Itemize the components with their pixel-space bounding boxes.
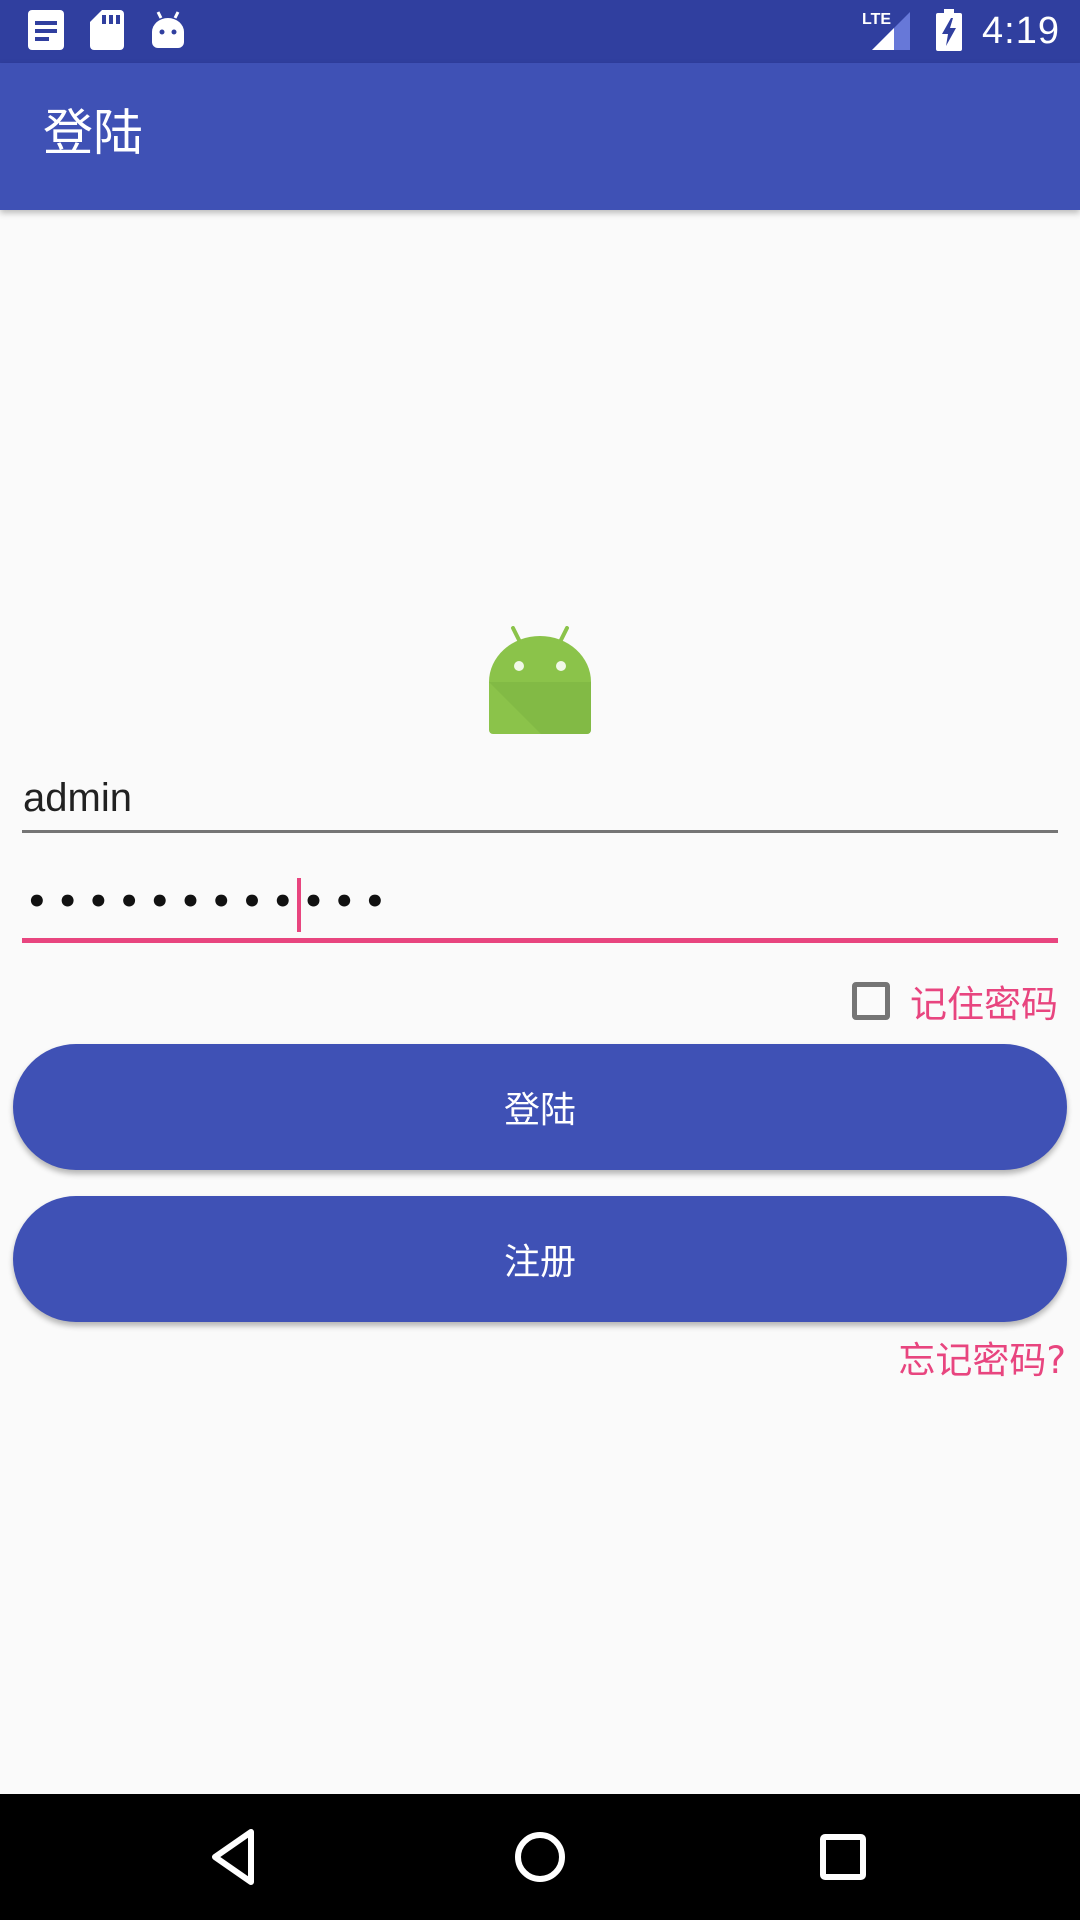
lte-signal-icon: LTE	[862, 8, 914, 56]
username-field[interactable]: admin	[22, 764, 1058, 833]
status-time: 4:19	[982, 10, 1060, 52]
recent-apps-icon[interactable]	[810, 1824, 876, 1890]
app-title: 登陆	[43, 104, 143, 162]
checkbox-unchecked-icon[interactable]	[852, 982, 890, 1020]
status-left-icons	[28, 10, 212, 54]
android-debug-icon	[150, 10, 186, 54]
password-field[interactable]: ••••••••••••	[22, 872, 1058, 943]
status-right-icons: LTE 4:19	[862, 0, 1060, 63]
notes-icon	[28, 10, 64, 54]
battery-charging-icon	[936, 8, 963, 55]
back-icon[interactable]	[203, 1824, 269, 1890]
sd-card-icon	[90, 10, 124, 54]
home-icon[interactable]	[507, 1824, 573, 1890]
network-type-label: LTE	[862, 11, 891, 28]
android-logo-icon	[487, 626, 593, 736]
text-cursor	[297, 878, 301, 932]
remember-password-checkbox[interactable]: 记住密码	[852, 975, 1058, 1027]
register-button[interactable]: 注册	[13, 1196, 1067, 1322]
app-bar: 登陆	[0, 63, 1080, 210]
remember-password-label: 记住密码	[910, 983, 1058, 1026]
forgot-password-link[interactable]: 忘记密码?	[898, 1336, 1066, 1386]
status-bar: LTE 4:19	[0, 0, 1080, 63]
username-value: admin	[23, 776, 132, 820]
login-button[interactable]: 登陆	[13, 1044, 1067, 1170]
password-value: ••••••••••••	[26, 882, 395, 922]
navigation-bar	[0, 1794, 1080, 1920]
